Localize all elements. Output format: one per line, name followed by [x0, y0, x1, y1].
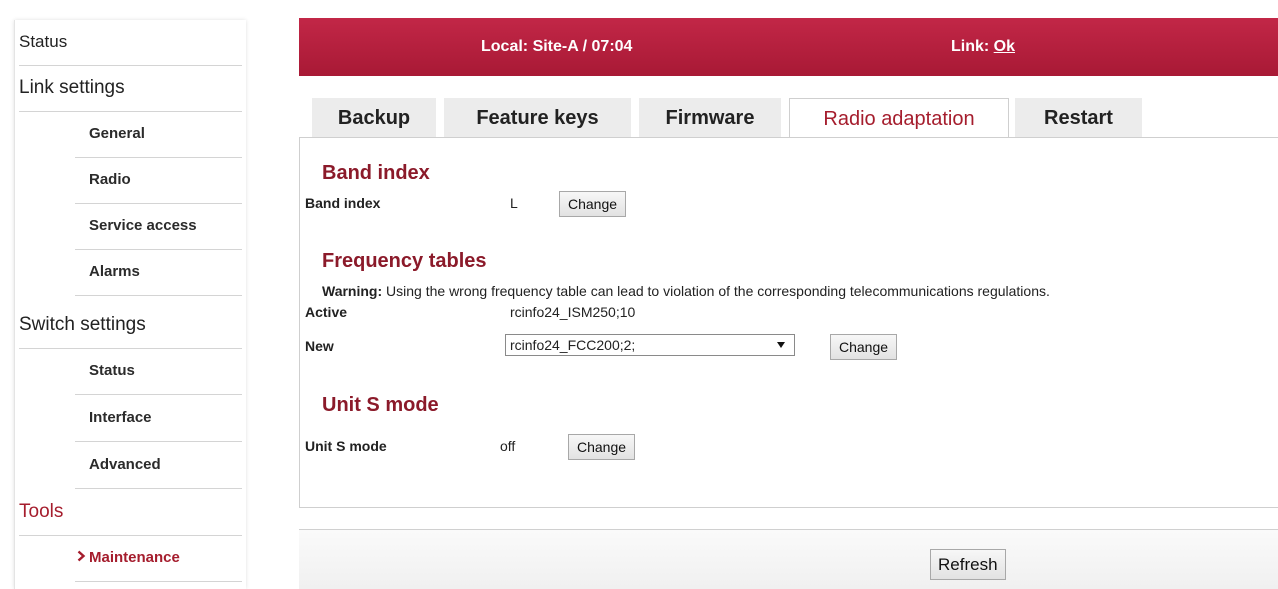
warning-prefix: Warning: [322, 283, 383, 299]
radio-adaptation-panel: Band index Band index L Change Frequency… [299, 137, 1278, 508]
divider [75, 295, 242, 296]
footer-bar: Refresh [299, 529, 1278, 589]
status-header-bar: Local: Site-A / 07:04 Link: Ok [299, 18, 1278, 76]
tab-restart[interactable]: Restart [1015, 98, 1142, 138]
sidebar-item-interface[interactable]: Interface [15, 396, 246, 442]
sidebar-item-label: Status [19, 32, 68, 51]
active-table-value: rcinfo24_ISM250;10 [510, 304, 636, 320]
new-table-select[interactable]: rcinfo24_FCC200;2; [505, 334, 795, 356]
sidebar-item-label: Radio [89, 171, 131, 188]
sidebar-item-service-access[interactable]: Service access [15, 204, 246, 250]
band-index-change-button[interactable]: Change [559, 191, 627, 217]
new-table-label: New [305, 338, 334, 354]
sidebar-item-label: Switch settings [19, 314, 146, 335]
sidebar-item-label: General [89, 125, 145, 142]
sidebar-item-maintenance[interactable]: Maintenance [15, 536, 246, 582]
new-table-selected-value: rcinfo24_FCC200;2; [510, 337, 636, 353]
tab-radio-adaptation[interactable]: Radio adaptation [789, 98, 1009, 140]
sidebar-item-label: Advanced [89, 456, 161, 473]
divider [75, 581, 242, 582]
sidebar-item-status[interactable]: Status [15, 20, 246, 66]
tab-firmware[interactable]: Firmware [639, 98, 781, 138]
link-status-value[interactable]: Ok [994, 38, 1015, 55]
local-site-time: Local: Site-A / 07:04 [481, 38, 633, 55]
unit-s-mode-heading: Unit S mode [322, 394, 439, 416]
sidebar-item-general[interactable]: General [15, 112, 246, 158]
sidebar-item-label: Tools [19, 501, 64, 522]
unit-s-mode-change-button[interactable]: Change [568, 434, 636, 460]
sidebar-item-label: Status [89, 362, 135, 379]
divider [75, 441, 242, 442]
sidebar-item-label: Link settings [19, 77, 125, 98]
sidebar-item-radio[interactable]: Radio [15, 158, 246, 204]
band-index-heading: Band index [322, 162, 430, 184]
tab-feature-keys[interactable]: Feature keys [444, 98, 631, 138]
sidebar-item-label: Service access [89, 217, 197, 234]
sidebar-item-link-settings[interactable]: Link settings [15, 66, 246, 112]
sidebar-item-label: Maintenance [89, 549, 180, 566]
unit-s-mode-label: Unit S mode [305, 438, 387, 454]
band-index-label: Band index [305, 195, 381, 211]
sidebar-item-advanced[interactable]: Advanced [15, 443, 246, 489]
divider [75, 488, 242, 489]
sidebar-item-label: Alarms [89, 263, 140, 280]
link-status-label: Link: [951, 38, 994, 55]
active-table-label: Active [305, 304, 348, 320]
frequency-warning: Warning: Using the wrong frequency table… [322, 283, 1050, 299]
chevron-down-icon [776, 335, 786, 361]
frequency-tables-heading: Frequency tables [322, 250, 487, 272]
frequency-table-change-button[interactable]: Change [830, 334, 898, 360]
sidebar-item-switch-status[interactable]: Status [15, 349, 246, 395]
unit-s-mode-value: off [500, 438, 516, 454]
sidebar-item-label: Interface [89, 409, 152, 426]
band-index-value: L [510, 195, 518, 211]
warning-text: Using the wrong frequency table can lead… [382, 283, 1050, 299]
sidebar-item-tools[interactable]: Tools [15, 490, 246, 536]
sidebar-nav: Status Link settings General Radio Servi… [14, 20, 246, 589]
link-status: Link: Ok [951, 38, 1015, 56]
divider [75, 394, 242, 395]
sidebar-item-switch-settings[interactable]: Switch settings [15, 303, 246, 349]
refresh-button[interactable]: Refresh [930, 549, 1006, 580]
tab-backup[interactable]: Backup [312, 98, 436, 138]
chevron-right-icon [77, 548, 86, 565]
sidebar-item-alarms[interactable]: Alarms [15, 250, 246, 296]
